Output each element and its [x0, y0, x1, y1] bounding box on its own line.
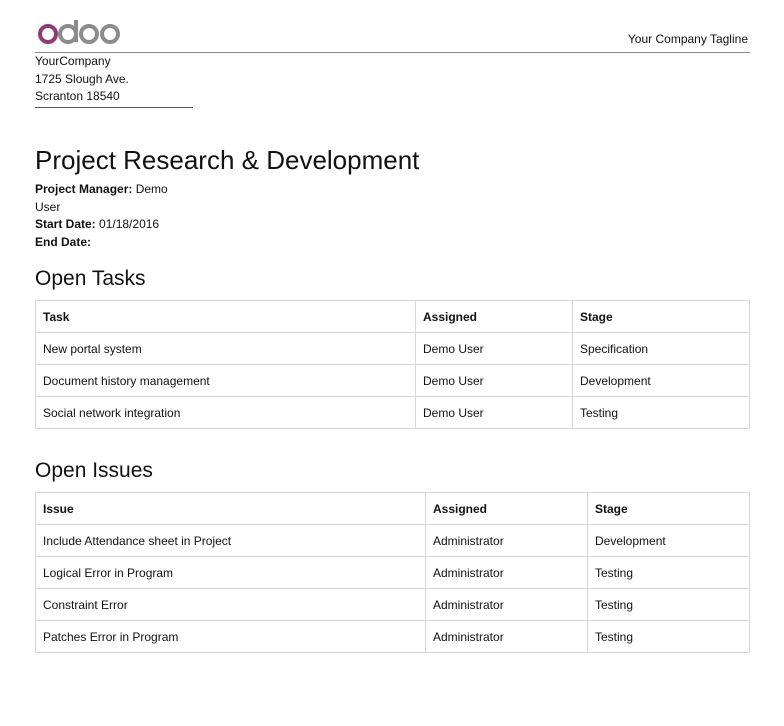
assigned-cell: Demo User — [415, 364, 573, 397]
company-tagline: Your Company Tagline — [627, 32, 748, 46]
stage-cell: Development — [587, 524, 750, 557]
issue-name-cell: Patches Error in Program — [35, 620, 426, 653]
start-date-value: 01/18/2016 — [99, 217, 160, 231]
company-city: Scranton 18540 — [35, 89, 120, 103]
column-header: Stage — [572, 300, 750, 333]
issue-name-cell: Include Attendance sheet in Project — [35, 524, 426, 557]
table-row: Logical Error in Program Administrator T… — [35, 556, 750, 589]
assigned-cell: Administrator — [425, 620, 588, 653]
open-tasks-heading: Open Tasks — [35, 267, 146, 290]
stage-cell: Testing — [587, 620, 750, 653]
column-header: Stage — [587, 492, 750, 525]
issue-name-cell: Constraint Error — [35, 588, 426, 621]
report-header: Your Company Tagline — [35, 18, 750, 53]
company-name: YourCompany — [35, 54, 111, 68]
stage-cell: Testing — [572, 396, 750, 429]
table-row: Social network integration Demo User Tes… — [35, 396, 750, 429]
start-date-label: Start Date: — [35, 217, 96, 231]
issue-name-cell: Logical Error in Program — [35, 556, 426, 589]
table-header-row: Issue Assigned Stage — [35, 492, 750, 525]
assigned-cell: Administrator — [425, 524, 588, 557]
open-issues-table: Issue Assigned Stage Include Attendance … — [35, 492, 750, 653]
table-row: New portal system Demo User Specificatio… — [35, 332, 750, 365]
open-tasks-table: Task Assigned Stage New portal system De… — [35, 300, 750, 429]
task-name-cell: New portal system — [35, 332, 416, 365]
table-row: Constraint Error Administrator Testing — [35, 588, 750, 621]
task-name-cell: Social network integration — [35, 396, 416, 429]
stage-cell: Testing — [587, 556, 750, 589]
end-date-label: End Date: — [35, 234, 92, 249]
column-header: Issue — [35, 492, 426, 525]
table-row: Patches Error in Program Administrator T… — [35, 620, 750, 653]
assigned-cell: Demo User — [415, 332, 573, 365]
project-meta: Project Manager: Demo User Start Date: 0… — [35, 181, 185, 251]
task-name-cell: Document history management — [35, 364, 416, 397]
table-row: Document history management Demo User De… — [35, 364, 750, 397]
company-street: 1725 Slough Ave. — [35, 71, 129, 86]
assigned-cell: Administrator — [425, 588, 588, 621]
company-address: YourCompany 1725 Slough Ave. Scranton 18… — [35, 53, 193, 108]
assigned-cell: Demo User — [415, 396, 573, 429]
assigned-cell: Administrator — [425, 556, 588, 589]
table-header-row: Task Assigned Stage — [35, 300, 750, 333]
stage-cell: Development — [572, 364, 750, 397]
open-issues-heading: Open Issues — [35, 459, 153, 482]
odoo-logo — [38, 20, 120, 44]
project-title: Project Research & Development — [35, 145, 420, 175]
table-row: Include Attendance sheet in Project Admi… — [35, 524, 750, 557]
column-header: Assigned — [415, 300, 573, 333]
stage-cell: Testing — [587, 588, 750, 621]
column-header: Task — [35, 300, 416, 333]
column-header: Assigned — [425, 492, 588, 525]
manager-label: Project Manager: — [35, 182, 133, 196]
stage-cell: Specification — [572, 332, 750, 365]
